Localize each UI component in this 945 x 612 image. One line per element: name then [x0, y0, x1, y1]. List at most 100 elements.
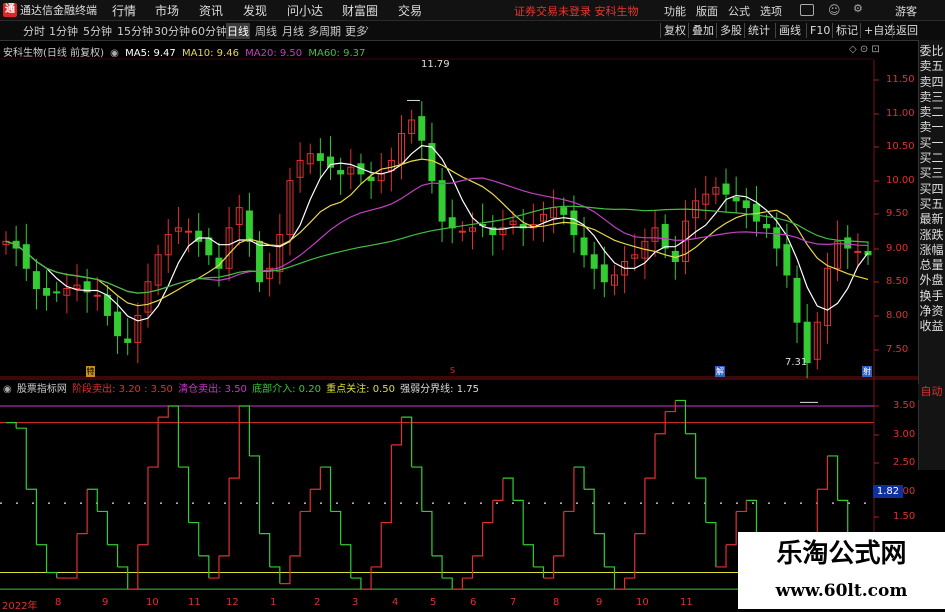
menu-xuanxiang[interactable]: 选项: [760, 3, 782, 19]
quote-tab-11[interactable]: 最新: [918, 212, 945, 227]
indicator-axis-label: 3.00: [893, 429, 916, 440]
date-axis-label: 8: [55, 597, 62, 608]
event-flag[interactable]: 解: [715, 366, 725, 377]
quote-tab-3[interactable]: 卖三: [918, 90, 945, 105]
indicator-step: [523, 544, 534, 567]
menu-zixun[interactable]: 资讯: [199, 2, 223, 19]
quote-tab-7[interactable]: 买二: [918, 151, 945, 166]
menu-shichang[interactable]: 市场: [155, 2, 179, 19]
btn-tongji[interactable]: 统计: [744, 23, 773, 38]
quote-tab-8[interactable]: 买三: [918, 166, 945, 181]
tab-1min[interactable]: 1分钟: [48, 23, 79, 39]
high-price-label: 11.79: [421, 59, 450, 70]
date-axis-label: 10: [146, 597, 159, 608]
indicator-step: [452, 578, 463, 590]
price-axis-label: 11.50: [886, 74, 915, 85]
indicator-step: [137, 467, 149, 546]
price-axis-label: 11.00: [886, 108, 915, 119]
tab-60min[interactable]: 60分钟: [190, 23, 228, 39]
tab-15min[interactable]: 15分钟: [116, 23, 154, 39]
menu-faxian[interactable]: 发现: [243, 2, 267, 19]
quote-tab-15[interactable]: 外盘: [918, 273, 945, 288]
quote-tab-18[interactable]: 收益: [918, 319, 945, 334]
indicator-step: [644, 433, 656, 479]
indicator-step: [391, 417, 403, 446]
event-flag[interactable]: 射: [862, 366, 872, 377]
candle-body: [438, 180, 446, 222]
quote-tab-4[interactable]: 卖二: [918, 105, 945, 120]
quote-tab-5[interactable]: 卖一: [918, 120, 945, 135]
candle-body: [103, 294, 111, 316]
quote-tab-12[interactable]: 涨跌: [918, 228, 945, 243]
chart-controls[interactable]: ◇ ⊙ ⊡: [849, 44, 880, 55]
price-axis-label: 9.50: [886, 208, 909, 219]
indicator-step: [147, 417, 159, 468]
auto-button[interactable]: 自动: [918, 384, 945, 400]
menu-gongshi[interactable]: 公式: [728, 3, 750, 19]
event-flag[interactable]: 特: [86, 366, 95, 377]
ind-clear-sell: 清仓卖出: 3.50: [178, 384, 247, 395]
quote-tab-1[interactable]: 卖五: [918, 59, 945, 74]
tab-daily[interactable]: 日线: [226, 23, 250, 39]
menu-gongneng[interactable]: 功能: [664, 3, 686, 19]
indicator-name[interactable]: 股票指标网: [17, 384, 67, 395]
settings-icon[interactable]: ⚙: [853, 2, 863, 15]
btn-diejia[interactable]: 叠加: [688, 23, 717, 38]
quote-tab-10[interactable]: 买五: [918, 197, 945, 212]
kline-chart[interactable]: [0, 40, 918, 609]
quote-tab-14[interactable]: 总量: [918, 258, 945, 273]
menu-hangqing[interactable]: 行情: [112, 2, 136, 19]
tab-5min[interactable]: 5分钟: [82, 23, 113, 39]
quote-tab-0[interactable]: 委比: [918, 44, 945, 59]
btn-duogu[interactable]: 多股: [716, 23, 745, 38]
tab-fenshi[interactable]: 分时: [22, 23, 46, 39]
btn-f10[interactable]: F10: [806, 23, 833, 38]
menu-jiaoyi[interactable]: 交易: [398, 2, 422, 19]
indicator-step: [675, 399, 687, 434]
tab-30min[interactable]: 30分钟: [153, 23, 191, 39]
tab-multi-period[interactable]: 多周期: [307, 23, 342, 39]
quote-tab-6[interactable]: 买一: [918, 136, 945, 151]
menu-wenxiaoda[interactable]: 问小达: [287, 2, 323, 19]
quote-tab-16[interactable]: 换手: [918, 289, 945, 304]
guest-label[interactable]: 游客: [895, 3, 917, 19]
btn-fuquan[interactable]: 复权: [660, 23, 689, 38]
login-notice[interactable]: 证券交易未登录 安科生物: [514, 3, 639, 19]
app-title: 通达信金融终端: [20, 4, 97, 17]
btn-biaoji[interactable]: 标记: [832, 23, 861, 38]
quote-tab-17[interactable]: 净资: [918, 304, 945, 319]
indicator-step: [472, 522, 484, 557]
candle-body: [661, 223, 669, 249]
tab-monthly[interactable]: 月线: [281, 23, 305, 39]
indicator-step: [827, 455, 839, 501]
candle-body: [763, 223, 771, 229]
quote-tab-9[interactable]: 买四: [918, 182, 945, 197]
indicator-axis-label: 2.50: [893, 457, 916, 468]
indicator-step: [837, 499, 849, 534]
indicator-step: [624, 533, 636, 579]
indicator-step: [87, 488, 98, 512]
event-flag[interactable]: S: [450, 366, 455, 375]
quote-tab-13[interactable]: 涨幅: [918, 243, 945, 258]
candle-body: [32, 271, 40, 289]
btn-huaxian[interactable]: 画线: [775, 23, 804, 38]
quote-tab-2[interactable]: 卖四: [918, 75, 945, 90]
date-axis-label: 4: [392, 597, 399, 608]
indicator-step: [218, 478, 230, 557]
btn-fanhui[interactable]: 返回: [892, 23, 921, 38]
ma60-value: MA60: 9.37: [308, 48, 366, 59]
kline-info: 安科生物(日线 前复权) ◉ MA5: 9.47 MA10: 9.46 MA20…: [3, 44, 368, 59]
candle-body: [327, 156, 335, 168]
candle-body: [844, 237, 852, 249]
candle-body: [114, 311, 122, 337]
user-icon[interactable]: ☺: [828, 3, 841, 17]
indicator-info: ◉ 股票指标网 阶段卖出: 3.20 : 3.50 清仓卖出: 3.50 底部介…: [3, 380, 481, 395]
menu-caifuquan[interactable]: 财富圈: [342, 2, 378, 19]
message-icon[interactable]: [800, 4, 814, 16]
tab-weekly[interactable]: 周线: [254, 23, 278, 39]
indicator-step: [269, 566, 281, 584]
menu-banmian[interactable]: 版面: [696, 3, 718, 19]
more-arrow-icon[interactable]: ›: [365, 23, 369, 34]
price-axis-label: 7.50: [886, 344, 909, 355]
indicator-step: [26, 488, 38, 545]
